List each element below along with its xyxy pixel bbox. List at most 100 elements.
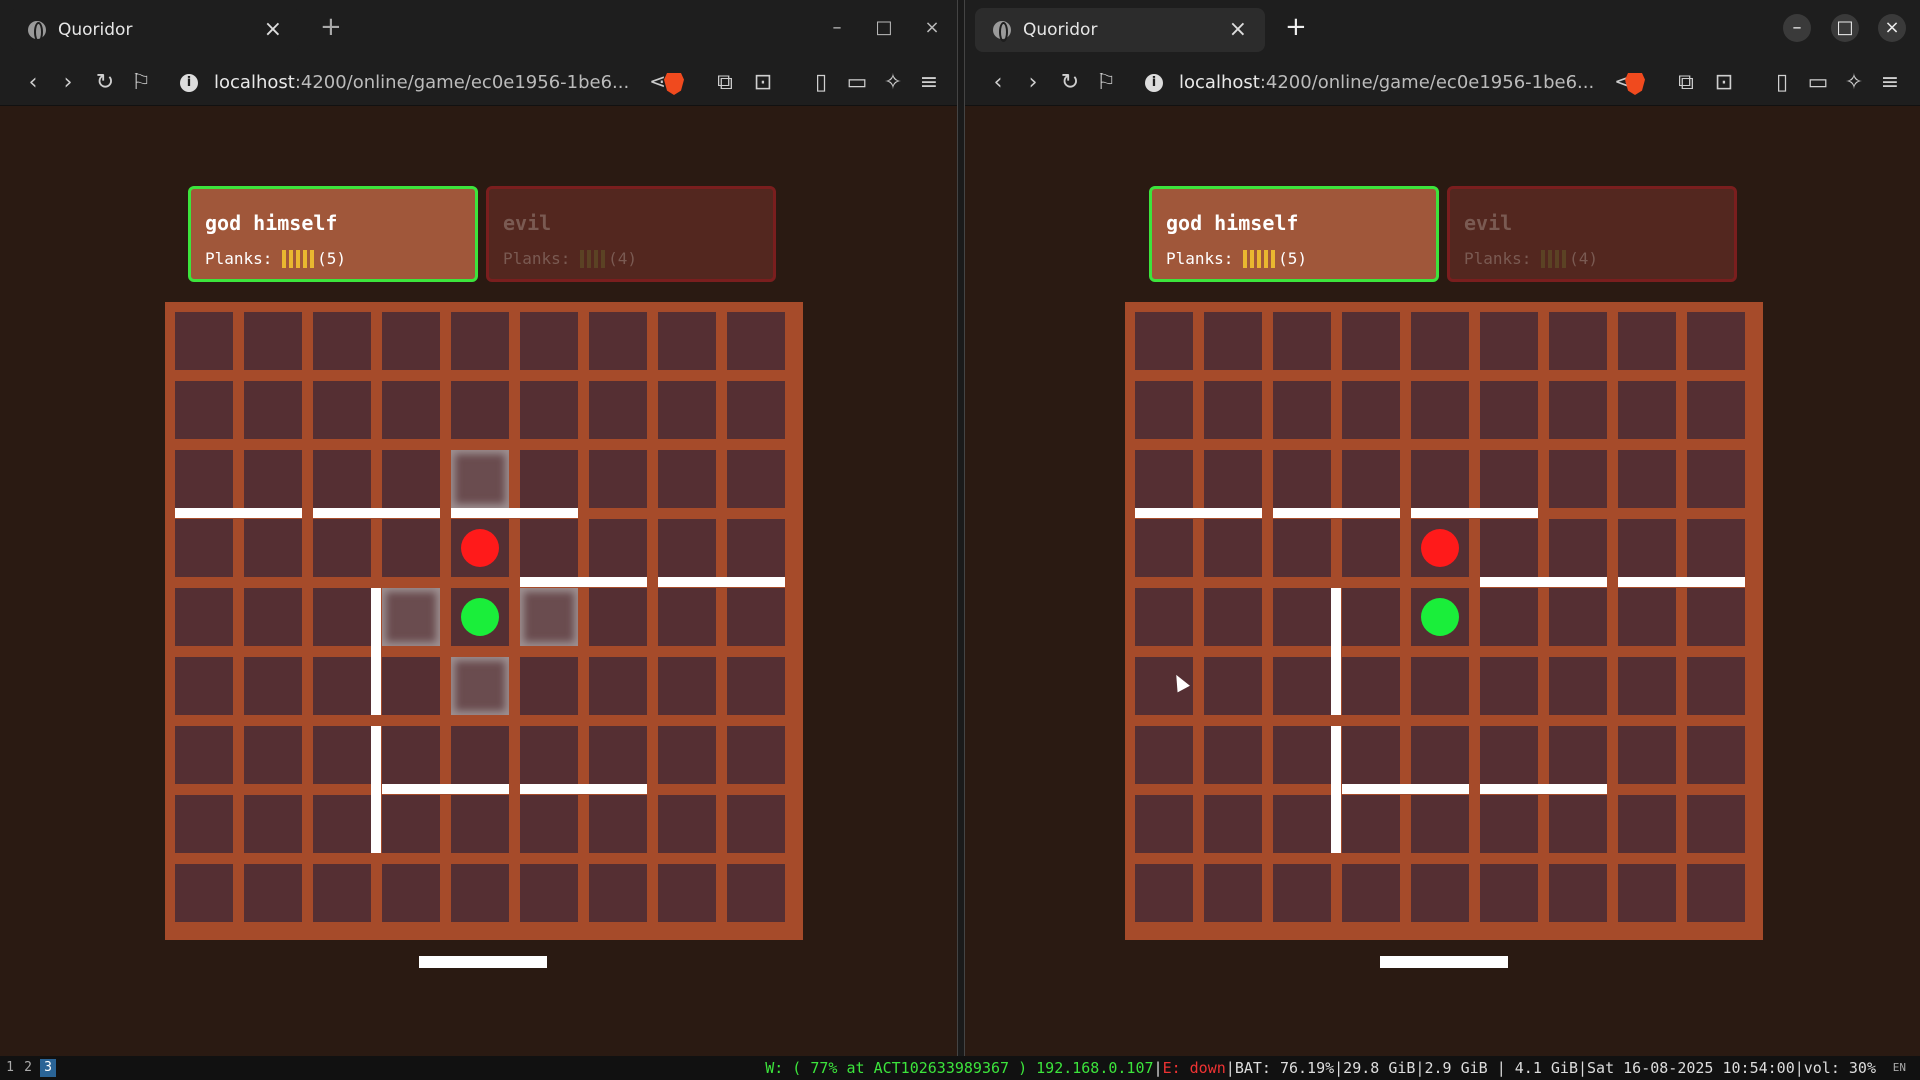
close-tab-icon[interactable]: × <box>1229 17 1247 42</box>
valid-move-cell[interactable] <box>451 657 509 715</box>
board-cell[interactable] <box>451 726 509 784</box>
board-cell[interactable] <box>589 450 647 508</box>
maximize-button[interactable]: □ <box>1831 14 1859 42</box>
board-cell[interactable] <box>1549 864 1607 922</box>
board-cell[interactable] <box>1342 795 1400 853</box>
board-cell[interactable] <box>589 312 647 370</box>
wallet-icon[interactable]: ▭ <box>1803 68 1833 98</box>
minimize-button[interactable]: – <box>823 14 851 42</box>
board-cell[interactable] <box>175 726 233 784</box>
board-cell[interactable] <box>451 795 509 853</box>
board-cell[interactable] <box>1480 381 1538 439</box>
board-cell[interactable] <box>1549 312 1607 370</box>
menu-icon[interactable]: ≡ <box>1875 68 1905 98</box>
board-cell[interactable] <box>1273 450 1331 508</box>
board-cell[interactable] <box>1342 450 1400 508</box>
board-cell[interactable] <box>1480 657 1538 715</box>
board-cell[interactable] <box>313 864 371 922</box>
board-cell[interactable] <box>727 726 785 784</box>
workspace-1[interactable]: 1 <box>2 1059 18 1077</box>
board-cell[interactable] <box>589 519 647 577</box>
reload-icon[interactable]: ↻ <box>90 68 120 98</box>
board-cell[interactable] <box>1135 450 1193 508</box>
board-cell[interactable] <box>244 381 302 439</box>
board-cell[interactable] <box>451 381 509 439</box>
board-cell[interactable] <box>1618 450 1676 508</box>
brave-shields-icon[interactable] <box>664 73 684 95</box>
board-cell[interactable] <box>1273 312 1331 370</box>
bookmark-icon[interactable]: ⚐ <box>126 68 156 98</box>
board-cell[interactable] <box>1687 519 1745 577</box>
board-cell[interactable] <box>1135 381 1193 439</box>
reload-icon[interactable]: ↻ <box>1055 68 1085 98</box>
board-cell[interactable] <box>1204 795 1262 853</box>
board-cell[interactable] <box>1549 519 1607 577</box>
board-cell[interactable] <box>1342 864 1400 922</box>
board-cell[interactable] <box>1618 519 1676 577</box>
maximize-button[interactable]: □ <box>870 14 898 42</box>
board-cell[interactable] <box>1618 381 1676 439</box>
board-cell[interactable] <box>1480 726 1538 784</box>
board-cell[interactable] <box>520 726 578 784</box>
board-cell[interactable] <box>520 864 578 922</box>
board-cell[interactable] <box>1687 450 1745 508</box>
board-cell[interactable] <box>313 519 371 577</box>
valid-move-cell[interactable] <box>382 588 440 646</box>
board-cell[interactable] <box>175 519 233 577</box>
board-cell[interactable] <box>382 450 440 508</box>
back-icon[interactable]: ‹ <box>983 68 1013 98</box>
board-cell[interactable] <box>1549 795 1607 853</box>
board-cell[interactable] <box>313 450 371 508</box>
board-cell[interactable] <box>727 381 785 439</box>
board-cell[interactable] <box>589 657 647 715</box>
board-cell[interactable] <box>520 657 578 715</box>
board-cell[interactable] <box>658 450 716 508</box>
board-cell[interactable] <box>1687 864 1745 922</box>
wall-tray[interactable] <box>1380 956 1508 968</box>
board-cell[interactable] <box>382 657 440 715</box>
board-cell[interactable] <box>451 312 509 370</box>
board-cell[interactable] <box>244 795 302 853</box>
board-cell[interactable] <box>589 726 647 784</box>
sidebar-icon[interactable]: ▯ <box>806 68 836 98</box>
leo-ai-icon[interactable]: ✧ <box>1839 68 1869 98</box>
bookmark-icon[interactable]: ⚐ <box>1091 68 1121 98</box>
board-cell[interactable] <box>175 381 233 439</box>
board-cell[interactable] <box>244 657 302 715</box>
valid-move-cell[interactable] <box>451 450 509 508</box>
info-icon[interactable]: i <box>180 74 198 92</box>
board-cell[interactable] <box>727 312 785 370</box>
board-cell[interactable] <box>313 795 371 853</box>
board-cell[interactable] <box>1411 381 1469 439</box>
board-cell[interactable] <box>1480 519 1538 577</box>
board-cell[interactable] <box>1480 864 1538 922</box>
board-cell[interactable] <box>1273 519 1331 577</box>
board-cell[interactable] <box>1135 588 1193 646</box>
wall-tray[interactable] <box>419 956 547 968</box>
board-cell[interactable] <box>1618 795 1676 853</box>
board-cell[interactable] <box>244 519 302 577</box>
board-cell[interactable] <box>382 726 440 784</box>
board-cell[interactable] <box>520 312 578 370</box>
board-cell[interactable] <box>1411 726 1469 784</box>
board-cell[interactable] <box>727 864 785 922</box>
board-cell[interactable] <box>1204 588 1262 646</box>
board-cell[interactable] <box>1618 588 1676 646</box>
board-cell[interactable] <box>1342 519 1400 577</box>
wallet-icon[interactable]: ▭ <box>842 68 872 98</box>
workspace-2[interactable]: 2 <box>20 1059 36 1077</box>
board-cell[interactable] <box>1549 588 1607 646</box>
board-cell[interactable] <box>1135 795 1193 853</box>
board-cell[interactable] <box>1135 519 1193 577</box>
board-cell[interactable] <box>1342 588 1400 646</box>
extensions-icon[interactable]: ⧉ <box>710 68 740 98</box>
green-pawn[interactable] <box>1421 598 1459 636</box>
board-cell[interactable] <box>175 657 233 715</box>
board-cell[interactable] <box>1411 312 1469 370</box>
board-cell[interactable] <box>1342 657 1400 715</box>
board-cell[interactable] <box>1618 657 1676 715</box>
board-cell[interactable] <box>1135 726 1193 784</box>
board-cell[interactable] <box>1687 381 1745 439</box>
board-cell[interactable] <box>1687 588 1745 646</box>
board-cell[interactable] <box>451 864 509 922</box>
